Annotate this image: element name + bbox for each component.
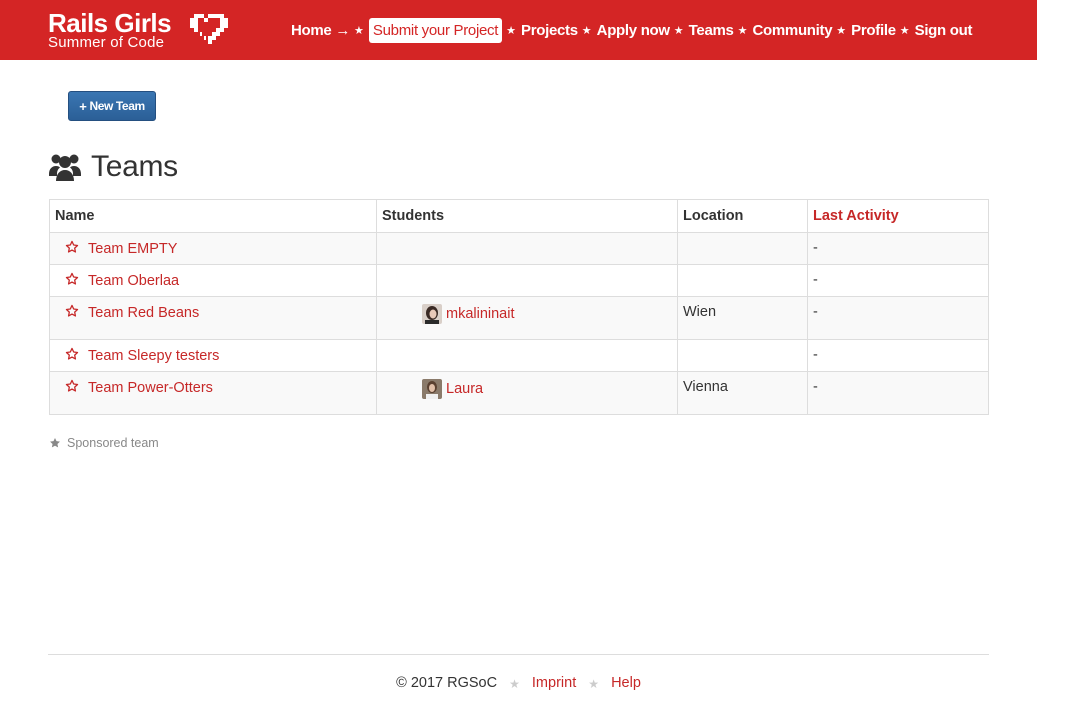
- star-outline-icon[interactable]: [65, 379, 79, 393]
- table-row: Team Oberlaa -: [49, 264, 989, 297]
- new-team-button-label: New Team: [89, 99, 145, 113]
- table-row: Team EMPTY -: [49, 232, 989, 265]
- team-link[interactable]: Team Power-Otters: [88, 380, 213, 396]
- student-link[interactable]: mkalininait: [446, 306, 515, 322]
- help-link[interactable]: Help: [611, 675, 641, 691]
- students-cell: [376, 264, 678, 297]
- star-outline-icon[interactable]: [65, 240, 79, 254]
- team-link[interactable]: Team Sleepy testers: [88, 348, 219, 364]
- location-cell: [677, 339, 808, 372]
- location-cell: Vienna: [677, 371, 808, 415]
- footer-divider: [48, 654, 989, 655]
- students-cell: [376, 232, 678, 265]
- location-cell: Wien: [677, 296, 808, 340]
- logo-subtitle: Summer of Code: [48, 34, 165, 51]
- column-header-last-activity[interactable]: Last Activity: [807, 199, 989, 233]
- heart-icon: [190, 14, 228, 44]
- star-icon: ★: [354, 24, 364, 37]
- star-outline-icon[interactable]: [65, 304, 79, 318]
- footer: © 2017 RGSoC ★ Imprint ★ Help: [0, 675, 1037, 691]
- team-name-cell: Team Red Beans: [49, 296, 377, 340]
- nav-submit-project[interactable]: Submit your Project: [368, 17, 503, 43]
- last-activity-cell: -: [807, 339, 989, 372]
- star-icon: ★: [737, 24, 748, 37]
- plus-icon: +: [79, 98, 87, 114]
- nav-sign-out[interactable]: Sign out: [915, 22, 973, 39]
- star-icon: ★: [588, 677, 600, 691]
- team-link[interactable]: Team Red Beans: [88, 305, 199, 321]
- nav-home[interactable]: Home →: [291, 22, 350, 39]
- students-cell: mkalininait: [376, 296, 678, 340]
- nav-projects[interactable]: Projects: [521, 22, 578, 39]
- students-cell: [376, 339, 678, 372]
- location-cell: [677, 232, 808, 265]
- table-header-row: Name Students Location Last Activity: [49, 199, 989, 233]
- sponsored-legend: Sponsored team: [49, 436, 159, 450]
- star-icon: ★: [673, 24, 684, 37]
- nav-teams[interactable]: Teams: [689, 22, 734, 39]
- page-title: Teams: [91, 150, 178, 183]
- nav-profile[interactable]: Profile: [851, 22, 896, 39]
- column-header-students[interactable]: Students: [376, 199, 678, 233]
- teams-table: Name Students Location Last Activity Tea…: [49, 199, 989, 415]
- nav-apply-now[interactable]: Apply now: [597, 22, 670, 39]
- last-activity-cell: -: [807, 371, 989, 415]
- main-nav: Home → ★ Submit your Project ★ Projects …: [291, 16, 973, 44]
- column-header-name[interactable]: Name: [49, 199, 377, 233]
- new-team-button[interactable]: + New Team: [68, 91, 156, 121]
- last-activity-cell: -: [807, 232, 989, 265]
- copyright: © 2017 RGSoC: [396, 675, 498, 691]
- logo-title: Rails Girls: [48, 8, 172, 38]
- team-name-cell: Team Power-Otters: [49, 371, 377, 415]
- table-row: Team Sleepy testers -: [49, 339, 989, 372]
- star-icon: ★: [836, 24, 847, 37]
- team-name-cell: Team Sleepy testers: [49, 339, 377, 372]
- column-header-location[interactable]: Location: [677, 199, 808, 233]
- users-icon: [49, 154, 81, 181]
- star-icon: ★: [509, 677, 520, 691]
- team-name-cell: Team Oberlaa: [49, 264, 377, 297]
- page-heading: Teams: [48, 150, 178, 184]
- star-outline-icon[interactable]: [65, 347, 79, 361]
- location-cell: [677, 264, 808, 297]
- team-link[interactable]: Team Oberlaa: [88, 273, 179, 289]
- star-icon: [50, 438, 60, 448]
- last-activity-cell: -: [807, 264, 989, 297]
- avatar: [422, 379, 442, 399]
- logo[interactable]: Rails Girls Summer of Code: [48, 8, 228, 51]
- nav-community[interactable]: Community: [752, 22, 832, 39]
- team-link[interactable]: Team EMPTY: [88, 241, 177, 257]
- student-link[interactable]: Laura: [446, 381, 483, 397]
- star-icon: ★: [506, 24, 516, 37]
- star-icon: ★: [899, 24, 910, 37]
- table-row: Team Power-Otters Laura Vienna -: [49, 371, 989, 415]
- star-outline-icon[interactable]: [65, 272, 79, 286]
- student-entry: mkalininait: [422, 304, 515, 324]
- table-row: Team Red Beans mkalininait Wien -: [49, 296, 989, 340]
- star-icon: ★: [581, 24, 592, 37]
- students-cell: Laura: [376, 371, 678, 415]
- sponsored-legend-label: Sponsored team: [67, 436, 159, 450]
- top-navbar: Rails Girls Summer of Code Home → ★ Subm…: [0, 0, 1037, 60]
- last-activity-cell: -: [807, 296, 989, 340]
- team-name-cell: Team EMPTY: [49, 232, 377, 265]
- imprint-link[interactable]: Imprint: [532, 675, 576, 691]
- student-entry: Laura: [422, 379, 483, 399]
- avatar: [422, 304, 442, 324]
